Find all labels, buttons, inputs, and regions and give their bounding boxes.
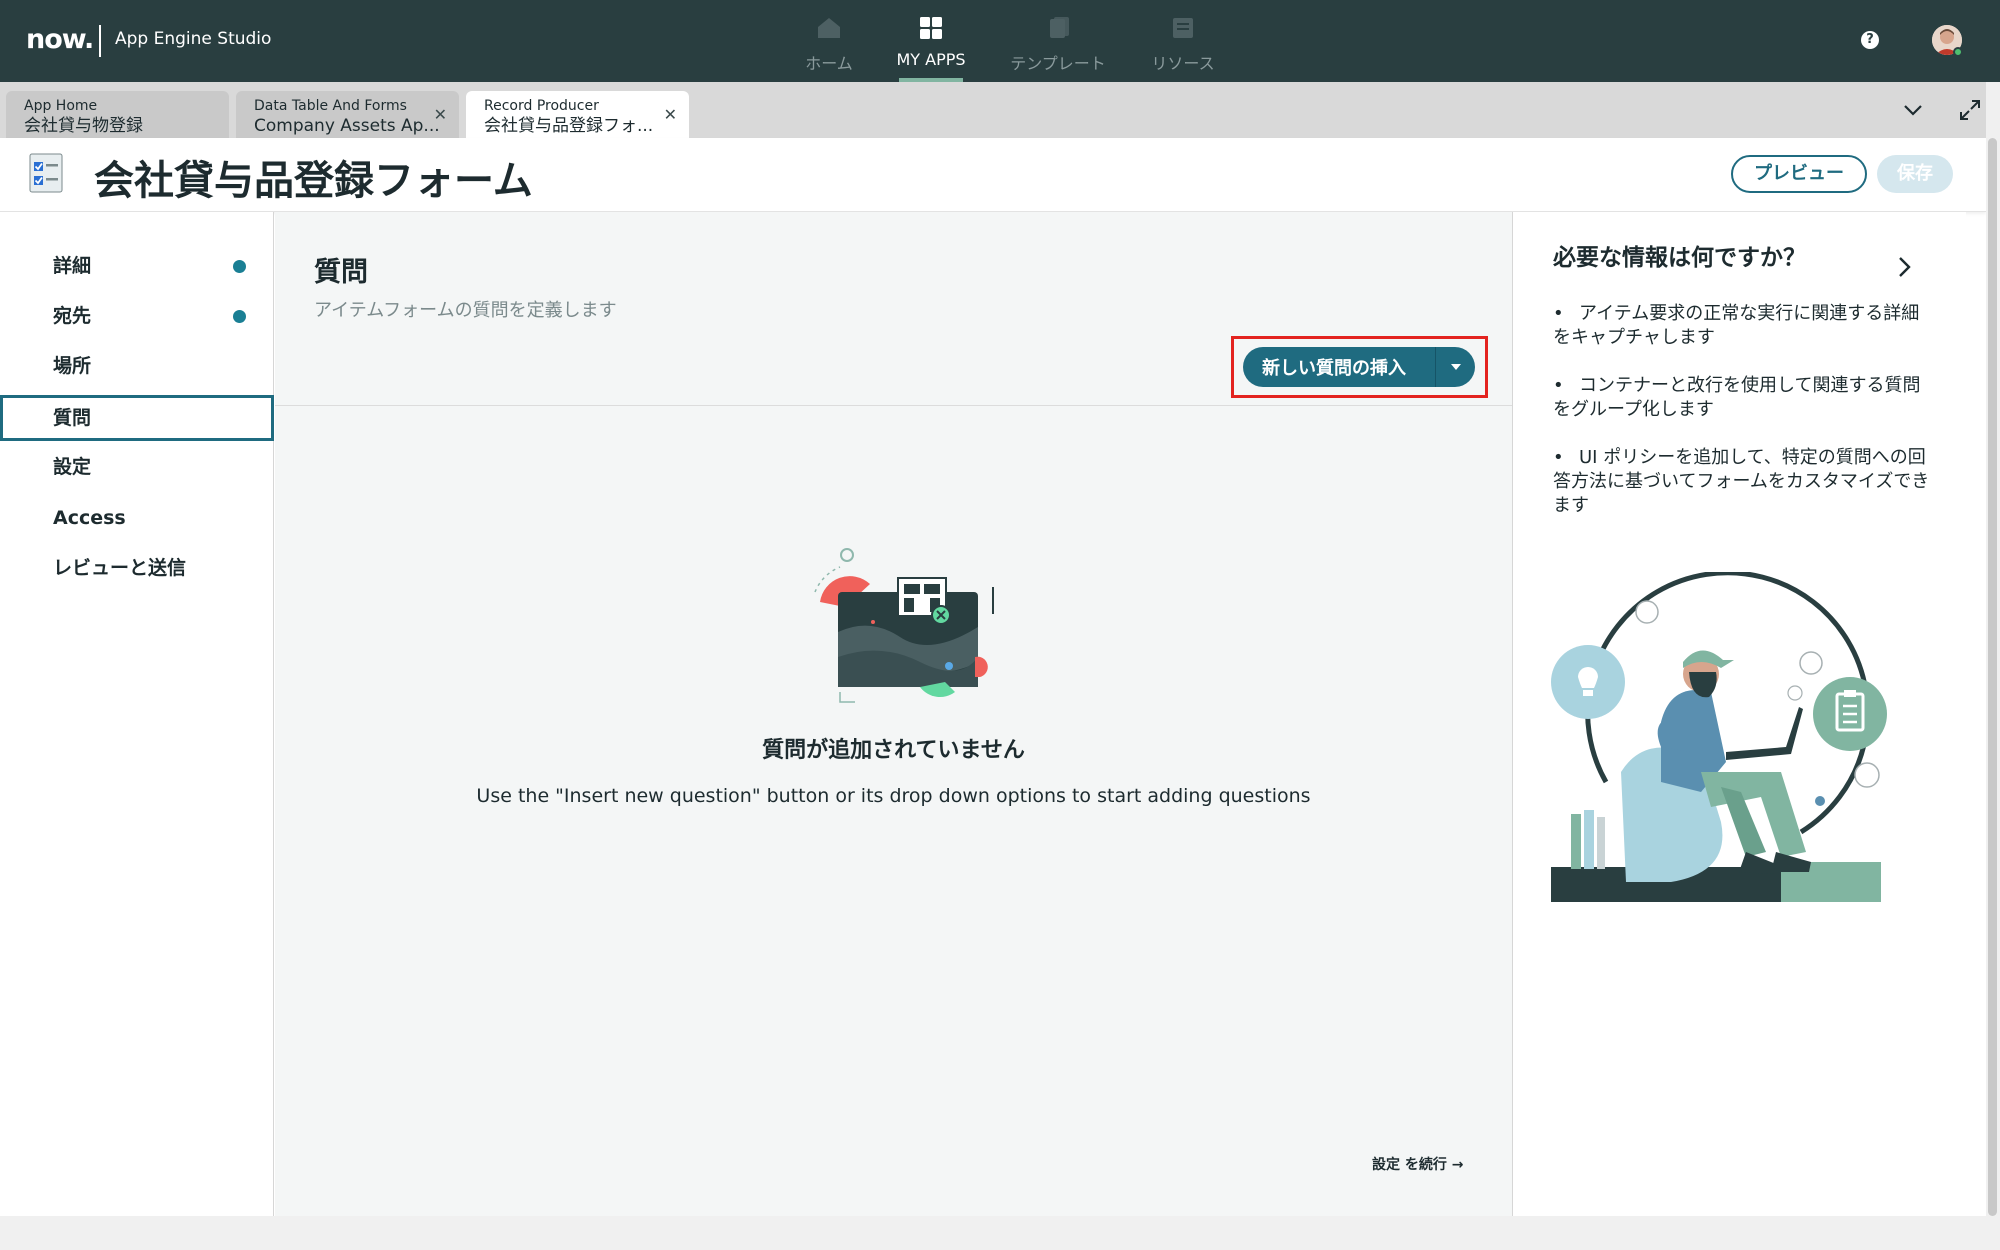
- resources-icon: [1173, 18, 1193, 38]
- section-header: 質問 アイテムフォームの質問を定義します 新しい質問の挿入: [275, 212, 1512, 406]
- tab-type: Data Table And Forms: [254, 98, 407, 114]
- continue-to-settings-link[interactable]: 設定 を続行 →: [1372, 1154, 1463, 1174]
- sidebar-item-label: Access: [53, 507, 126, 529]
- section-title: 質問: [314, 257, 368, 288]
- chevron-right-icon[interactable]: [1897, 255, 1913, 279]
- nav-templates-label: テンプレート: [1010, 54, 1106, 73]
- sidebar-item-details[interactable]: 詳細: [0, 243, 274, 289]
- nav-resources-label: リソース: [1151, 54, 1215, 73]
- form-document-icon: [29, 153, 63, 193]
- close-icon[interactable]: ✕: [434, 105, 447, 124]
- help-tips-list: • アイテム要求の正常な実行に関連する詳細をキャプチャします • コンテナーと改行を…: [1553, 302, 1933, 542]
- servicenow-logo[interactable]: now.: [26, 24, 94, 55]
- page-header: 会社貸与品登録フォーム プレビュー 保存: [0, 138, 1986, 212]
- scrollbar-thumb[interactable]: [1988, 138, 1997, 1216]
- insert-options-dropdown[interactable]: [1436, 347, 1475, 387]
- sidebar-item-label: 設定: [53, 456, 92, 478]
- tab-type: Record Producer: [484, 98, 599, 114]
- bottom-edge: [0, 1216, 1986, 1250]
- help-tip-item: • コンテナーと改行を使用して関連する質問をグループ化します: [1553, 375, 1921, 420]
- nav-home-label: ホーム: [805, 54, 853, 73]
- sidebar-item-label: 詳細: [53, 255, 92, 277]
- empty-state-illustration: [814, 548, 994, 703]
- sidebar-item-label: レビューと送信: [53, 557, 187, 579]
- nav-templates[interactable]: テンプレート: [1010, 0, 1106, 82]
- nav-resources[interactable]: リソース: [1151, 0, 1215, 82]
- sidebar-item-label: 質問: [53, 407, 92, 429]
- sidebar-item-destination[interactable]: 宛先: [0, 293, 274, 339]
- sidebar-item-questions[interactable]: 質問: [0, 395, 274, 441]
- tab-data-table-and-forms[interactable]: Data Table And Forms Company Assets Ap..…: [236, 91, 459, 138]
- online-status-icon: [1953, 47, 1963, 57]
- completed-dot-icon: [233, 260, 246, 273]
- chevron-down-icon[interactable]: [1902, 100, 1924, 120]
- help-icon[interactable]: ?: [1861, 31, 1879, 49]
- home-icon: [818, 18, 840, 38]
- sidebar-item-settings[interactable]: 設定: [0, 444, 274, 490]
- empty-state-title: 質問が追加されていません: [762, 738, 1025, 763]
- tab-type: App Home: [24, 98, 98, 114]
- top-navigation-bar: now. App Engine Studio ホーム MY APPS テンプレー…: [0, 0, 2000, 82]
- app-name[interactable]: App Engine Studio: [115, 29, 271, 49]
- page-title: 会社貸与品登録フォーム: [94, 158, 533, 204]
- sidebar-item-location[interactable]: 場所: [0, 343, 274, 389]
- completed-dot-icon: [233, 310, 246, 323]
- logo-divider: [99, 25, 101, 57]
- sidebar-item-label: 場所: [53, 355, 92, 377]
- apps-grid-icon: [920, 17, 942, 39]
- app-tab-strip: App Home 会社貸与物登録 Data Table And Forms Co…: [0, 82, 2000, 138]
- section-description: アイテムフォームの質問を定義します: [314, 300, 617, 321]
- insert-question-split-button: 新しい質問の挿入: [1243, 347, 1475, 387]
- expand-icon[interactable]: [1958, 98, 1982, 122]
- close-icon[interactable]: ✕: [664, 105, 677, 124]
- sidebar-item-access[interactable]: Access: [0, 495, 274, 541]
- nav-my-apps-label: MY APPS: [896, 50, 966, 69]
- tab-title: Company Assets Ap...: [254, 116, 440, 136]
- help-tip-text: コンテナーと改行を使用して関連する質問をグループ化します: [1553, 375, 1921, 420]
- nav-home[interactable]: ホーム: [802, 0, 856, 82]
- help-panel: 必要な情報は何ですか？ • アイテム要求の正常な実行に関連する詳細をキャプチャしま…: [1512, 212, 1966, 1216]
- caret-down-icon: [1450, 364, 1461, 370]
- help-tip-text: アイテム要求の正常な実行に関連する詳細をキャプチャします: [1553, 303, 1920, 348]
- empty-state-description: Use the "Insert new question" button or …: [476, 785, 1311, 807]
- help-illustration: [1551, 572, 1887, 902]
- sidebar-item-review-submit[interactable]: レビューと送信: [0, 545, 274, 591]
- help-tip-text: UI ポリシーを追加して、特定の質問への回答方法に基づいてフォームをカスタマイズ…: [1553, 447, 1930, 516]
- help-panel-title: 必要な情報は何ですか？: [1553, 245, 1806, 271]
- sidebar-item-label: 宛先: [53, 305, 92, 327]
- help-tip-item: • アイテム要求の正常な実行に関連する詳細をキャプチャします: [1553, 303, 1920, 348]
- tab-title: 会社貸与品登録フォ...: [484, 116, 654, 136]
- tab-app-home[interactable]: App Home 会社貸与物登録: [6, 91, 229, 138]
- help-tip-item: • UI ポリシーを追加して、特定の質問への回答方法に基づいてフォームをカスタマイ…: [1553, 447, 1930, 516]
- step-sidebar: 詳細 宛先 場所 質問 設定 Access レビューと送信: [0, 212, 274, 1216]
- nav-my-apps[interactable]: MY APPS: [896, 0, 966, 82]
- preview-button[interactable]: プレビュー: [1731, 155, 1867, 193]
- questions-main-panel: 質問 アイテムフォームの質問を定義します 新しい質問の挿入 質問が追加されていま…: [275, 212, 1512, 1216]
- tab-record-producer[interactable]: Record Producer 会社貸与品登録フォ... ✕: [466, 91, 689, 138]
- tab-title: 会社貸与物登録: [24, 116, 143, 136]
- save-button[interactable]: 保存: [1877, 155, 1953, 193]
- templates-icon: [1050, 17, 1069, 38]
- insert-new-question-button[interactable]: 新しい質問の挿入: [1243, 354, 1435, 380]
